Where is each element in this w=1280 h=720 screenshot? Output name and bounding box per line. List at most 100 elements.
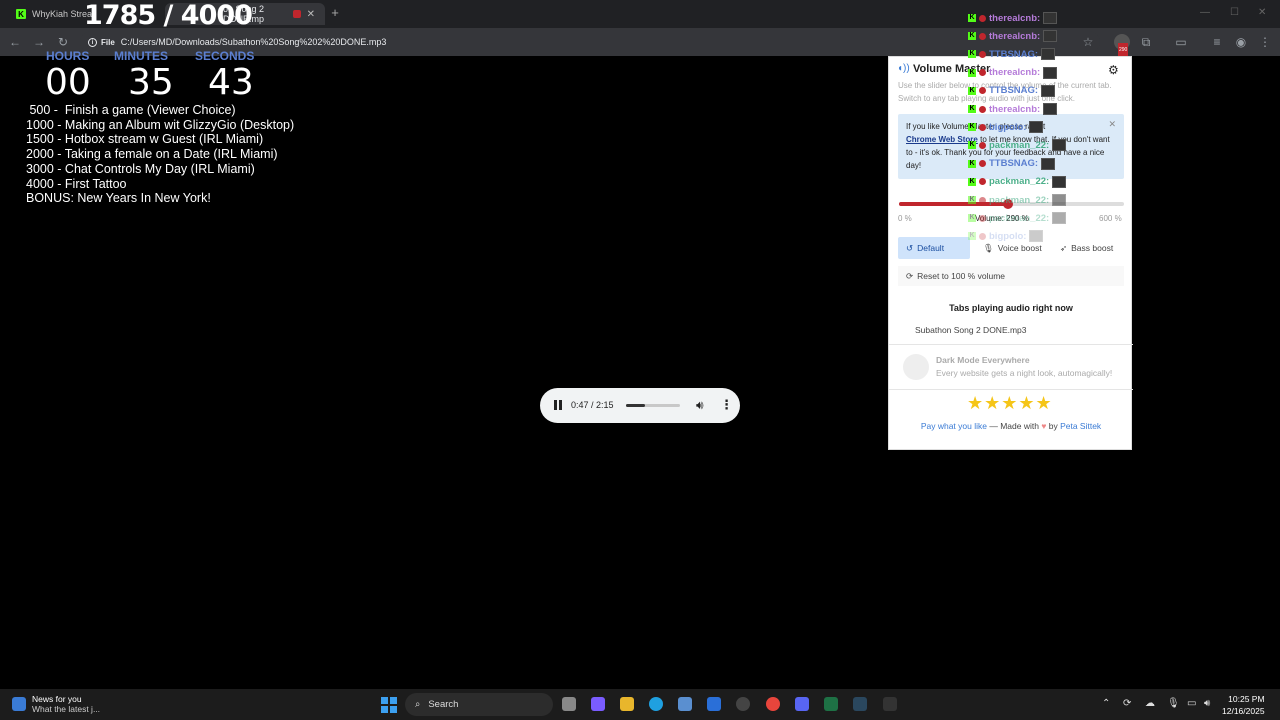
kick-icon: K bbox=[16, 9, 26, 19]
clock[interactable]: 10:25 PM 12/16/2025 bbox=[1222, 693, 1265, 717]
rating-stars[interactable]: ★★★★★ bbox=[967, 393, 1053, 414]
discord-icon[interactable] bbox=[795, 697, 809, 711]
kick-badge-icon: K bbox=[968, 123, 976, 132]
chat-message: Ktherealcnb: bbox=[968, 29, 1058, 43]
forward-icon[interactable]: → bbox=[32, 35, 46, 49]
app-icon[interactable] bbox=[883, 697, 897, 711]
reset-volume-button[interactable]: ⟳ Reset to 100 % volume bbox=[898, 266, 1124, 286]
bookmark-star-icon[interactable]: ☆ bbox=[1081, 35, 1095, 49]
profile-icon[interactable]: ◉ bbox=[1234, 35, 1248, 49]
recording-icon bbox=[293, 10, 301, 18]
task-view-icon[interactable] bbox=[562, 697, 576, 711]
speaker-icon[interactable]: 🔊︎ bbox=[1204, 698, 1210, 709]
emote-icon bbox=[1052, 194, 1067, 206]
subscriber-badge-icon bbox=[979, 50, 986, 58]
volume-icon[interactable]: 🔊︎ bbox=[696, 398, 704, 413]
chat-message: K TTBSNAG: bbox=[968, 84, 1056, 98]
file-explorer-icon[interactable] bbox=[620, 697, 634, 711]
goal-list: 500 - Finish a game (Viewer Choice) 1000… bbox=[26, 103, 294, 206]
media-controls-icon[interactable]: ≡ bbox=[1210, 35, 1224, 49]
minimize-button[interactable]: — bbox=[1200, 7, 1210, 18]
news-widget[interactable]: News for you What the latest j... bbox=[12, 694, 100, 714]
goal-counter: 1785 / 4000 bbox=[84, 0, 253, 31]
chat-username: packman_22: bbox=[989, 176, 1050, 188]
microphone-icon[interactable]: 🎙︎ bbox=[1167, 698, 1180, 709]
chat-username: therealcnb: bbox=[989, 30, 1041, 42]
store-icon[interactable] bbox=[678, 697, 692, 711]
goal-item: 500 - Finish a game (Viewer Choice) bbox=[26, 103, 236, 117]
bass-boost-label: Bass boost bbox=[1071, 243, 1114, 253]
steam-icon[interactable] bbox=[853, 697, 867, 711]
close-window-button[interactable]: ✕ bbox=[1258, 7, 1266, 18]
default-mode-button[interactable]: ↺ Default bbox=[898, 237, 970, 259]
seek-progress bbox=[626, 404, 645, 407]
volume-master-extension-icon[interactable]: 290 bbox=[1114, 34, 1130, 57]
site-info-chip[interactable]: i File bbox=[88, 37, 115, 47]
extensions-puzzle-icon[interactable]: ⧉ bbox=[1139, 35, 1153, 49]
promo-title[interactable]: Dark Mode Everywhere bbox=[936, 355, 1030, 365]
app-icon[interactable] bbox=[736, 697, 750, 711]
side-panel-icon[interactable]: ▭ bbox=[1174, 35, 1188, 49]
emote-icon bbox=[1041, 84, 1056, 97]
edge-icon[interactable] bbox=[649, 697, 663, 711]
kick-badge-icon: K bbox=[968, 159, 976, 168]
url-text: C:/Users/MD/Downloads/Subathon%20Song%20… bbox=[120, 37, 387, 47]
chat-username: packman_22: bbox=[989, 194, 1050, 206]
popup-footer: Pay what you like — Made with ♥ by Peta … bbox=[889, 421, 1133, 431]
cloud-icon[interactable]: ☁ bbox=[1145, 698, 1155, 709]
goal-item: 4000 - First Tattoo bbox=[26, 176, 127, 191]
chat-username: TTBSNAG: bbox=[989, 48, 1039, 60]
chrome-icon[interactable] bbox=[766, 697, 780, 711]
chat-message: Ktherealcnb: bbox=[968, 102, 1058, 116]
chat-username: bigpolo: bbox=[989, 121, 1027, 133]
news-icon bbox=[12, 697, 26, 711]
author-link[interactable]: Peta Sittek bbox=[1060, 421, 1101, 431]
menu-icon[interactable]: ⋮ bbox=[1258, 35, 1272, 49]
gear-icon[interactable]: ⚙ bbox=[1108, 63, 1119, 77]
back-icon[interactable]: ← bbox=[8, 35, 22, 49]
hours-label: HOURS bbox=[46, 49, 90, 63]
taskbar-search[interactable]: ⌕ Search bbox=[405, 693, 553, 716]
kick-badge-icon: K bbox=[968, 14, 976, 22]
kick-badge-icon: K bbox=[968, 105, 976, 113]
start-button[interactable] bbox=[381, 697, 397, 713]
extension-badge: 290 bbox=[1118, 43, 1129, 57]
copilot-icon[interactable] bbox=[591, 697, 605, 711]
bass-boost-button[interactable]: ➶ Bass boost bbox=[1052, 237, 1124, 259]
emote-icon bbox=[1052, 175, 1067, 188]
promo-subtitle: Every website gets a night look, automag… bbox=[936, 368, 1113, 378]
slider-min-label: 0 % bbox=[898, 214, 912, 223]
hours-value: 00 bbox=[45, 62, 91, 103]
dark-mode-logo-icon bbox=[903, 354, 929, 380]
chat-message: Kpackman_22: bbox=[968, 211, 1067, 225]
seek-bar[interactable] bbox=[626, 404, 680, 407]
chat-username: therealcnb: bbox=[989, 12, 1041, 24]
mail-icon[interactable] bbox=[707, 697, 721, 711]
reload-icon[interactable]: ↻ bbox=[56, 35, 70, 49]
goal-item: 1000 - Making an Album wit GlizzyGio (De… bbox=[26, 117, 295, 132]
network-icon[interactable]: ▭ bbox=[1187, 698, 1196, 709]
volume-master-logo-icon: ◖)) bbox=[897, 63, 910, 74]
more-options-icon[interactable]: ⋮ bbox=[720, 397, 733, 413]
new-tab-button[interactable]: + bbox=[328, 6, 342, 20]
default-mode-label: Default bbox=[917, 243, 945, 253]
chat-username: therealcnb: bbox=[989, 103, 1041, 115]
tabs-playing-heading: Tabs playing audio right now bbox=[949, 303, 1073, 313]
sync-icon[interactable]: ⟳ bbox=[1123, 698, 1131, 709]
pay-what-you-like-link[interactable]: Pay what you like bbox=[921, 421, 987, 431]
chat-username: packman_22: bbox=[989, 212, 1050, 224]
maximize-button[interactable]: ☐ bbox=[1230, 7, 1239, 18]
chat-message: Kpackman_22: bbox=[968, 193, 1067, 207]
excel-icon[interactable] bbox=[824, 697, 838, 711]
chevron-up-icon[interactable]: ⌃ bbox=[1102, 698, 1110, 709]
close-icon[interactable]: ✕ bbox=[307, 9, 315, 20]
close-icon[interactable]: ✕ bbox=[1108, 118, 1116, 131]
emote-icon bbox=[1043, 12, 1058, 24]
pause-button[interactable] bbox=[554, 400, 562, 410]
voice-boost-label: Voice boost bbox=[997, 243, 1042, 253]
emote-icon bbox=[1041, 48, 1056, 61]
emote-icon bbox=[1029, 121, 1044, 134]
emote-icon bbox=[1052, 212, 1067, 225]
subscriber-badge-icon bbox=[979, 69, 986, 77]
audio-tab-item[interactable]: Subathon Song 2 DONE.mp3 bbox=[915, 325, 1027, 335]
